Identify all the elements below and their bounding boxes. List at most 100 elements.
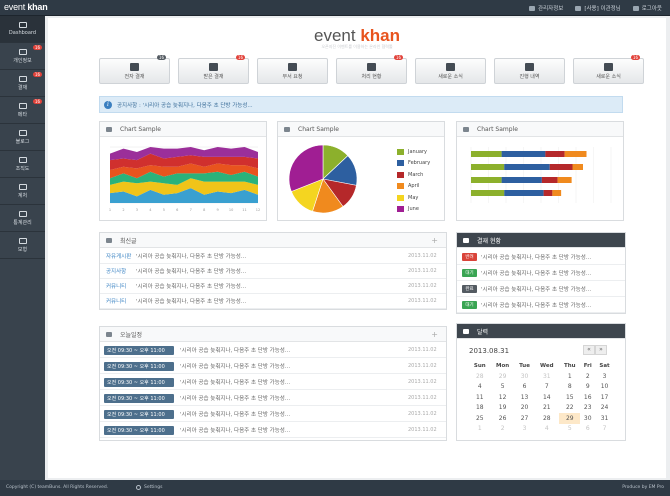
calendar-day[interactable]: 6 [515, 382, 535, 393]
calendar-next-button[interactable]: » [595, 345, 607, 355]
calendar-day[interactable]: 23 [580, 403, 595, 414]
calendar-day[interactable]: 29 [559, 413, 581, 424]
calendar-day[interactable]: 3 [595, 371, 614, 382]
payment-item[interactable]: 완료 '시리아 공습 늦춰지나, 다음주 초 단방 가능성... [457, 281, 625, 297]
schedule-title[interactable]: '시리아 공습 늦춰지나, 다음주 초 단방 가능성... [180, 378, 408, 386]
schedule-item[interactable]: 오전 09:30 ~ 오후 11:00 '시리아 공습 늦춰지나, 다음주 초 단… [100, 375, 446, 390]
schedule-item[interactable]: 오전 09:30 ~ 오후 11:00 '시리아 공습 늦춰지나, 다음주 초 단… [100, 391, 446, 406]
calendar-day[interactable]: 7 [595, 424, 614, 435]
calendar-day[interactable]: 30 [515, 371, 535, 382]
calendar-day[interactable]: 2 [580, 371, 595, 382]
sidebar-item[interactable]: 메타 16 [0, 97, 45, 124]
sidebar-item[interactable]: 통계관리 [0, 205, 45, 232]
calendar-day[interactable]: 4 [534, 424, 559, 435]
payment-item[interactable]: 대기 '시리아 공습 늦춰지나, 다음주 초 단방 가능성... [457, 297, 625, 313]
payment-title[interactable]: '시리아 공습 늦춰지나, 다음주 초 단방 가능성... [481, 253, 591, 261]
post-title[interactable]: '시리아 공습 늦춰지나, 다음주 초 단방 가능성... [136, 267, 408, 275]
calendar-day[interactable]: 2 [491, 424, 515, 435]
calendar-day[interactable]: 21 [534, 403, 559, 414]
app-logo[interactable]: event khan [4, 2, 48, 12]
quick-button[interactable]: 전자 결재 16 [99, 55, 170, 84]
payment-item[interactable]: 대기 '시리아 공습 늦춰지나, 다음주 초 단방 가능성... [457, 265, 625, 281]
calendar-day[interactable]: 18 [469, 403, 491, 414]
calendar-day[interactable]: 26 [491, 413, 515, 424]
calendar-day[interactable]: 1 [469, 424, 491, 435]
post-title[interactable]: '시리아 공습 늦춰지나, 다음주 초 단방 가능성... [136, 282, 408, 290]
sidebar-item[interactable]: 계처 [0, 178, 45, 205]
payment-title[interactable]: '시리아 공습 늦춰지나, 다음주 초 단방 가능성... [481, 301, 591, 309]
calendar-day[interactable]: 11 [469, 392, 491, 403]
calendar-day[interactable]: 10 [595, 382, 614, 393]
notice-bar[interactable]: i 공지사항 : '시리아 공습 늦춰지나, 다음주 초 단방 가능성... [99, 96, 623, 113]
settings-link[interactable]: Settings [136, 485, 162, 490]
schedule-item[interactable]: 오전 09:30 ~ 오후 11:00 '시리아 공습 늦춰지나, 다음주 초 단… [100, 407, 446, 422]
payment-title[interactable]: '시리아 공습 늦춰지나, 다음주 초 단방 가능성... [481, 285, 591, 293]
post-title[interactable]: '시리아 공습 늦춰지나, 다음주 초 단방 가능성... [136, 252, 408, 260]
post-category[interactable]: 커뮤니티 [100, 282, 136, 290]
calendar-day[interactable]: 31 [595, 413, 614, 424]
quick-button[interactable]: 부서 요청 [257, 58, 328, 84]
calendar-day[interactable]: 25 [469, 413, 491, 424]
payment-title[interactable]: '시리아 공습 늦춰지나, 다음주 초 단방 가능성... [481, 269, 591, 277]
schedule-title[interactable]: '시리아 공습 늦춰지나, 다음주 초 단방 가능성... [180, 410, 408, 418]
calendar-day[interactable]: 22 [559, 403, 580, 414]
schedule-item[interactable]: 오전 09:30 ~ 오후 11:00 '시리아 공습 늦춰지나, 다음주 초 단… [100, 343, 446, 358]
calendar-day[interactable]: 14 [534, 392, 559, 403]
list-item[interactable]: 커뮤니티 '시리아 공습 늦춰지나, 다음주 초 단방 가능성... 2013.11… [100, 294, 446, 309]
calendar-day[interactable]: 3 [515, 424, 535, 435]
schedule-title[interactable]: '시리아 공습 늦춰지나, 다음주 초 단방 가능성... [180, 426, 408, 434]
list-item[interactable]: 자유게시판 '시리아 공습 늦춰지나, 다음주 초 단방 가능성... 2013.1… [100, 249, 446, 264]
calendar-day[interactable]: 8 [559, 382, 580, 393]
sidebar-item[interactable]: 조직도 [0, 151, 45, 178]
list-item[interactable]: 공지사항 '시리아 공습 늦춰지나, 다음주 초 단방 가능성... 2013.11… [100, 264, 446, 279]
post-category[interactable]: 공지사항 [100, 267, 136, 275]
quick-button[interactable]: 진행 내역 [494, 58, 565, 84]
calendar-day[interactable]: 28 [469, 371, 491, 382]
post-category[interactable]: 커뮤니티 [100, 297, 136, 305]
calendar-day[interactable]: 15 [559, 392, 580, 403]
quick-button[interactable]: 새로운 소식 [415, 58, 486, 84]
admin-info-link[interactable]: 관리자정보 [529, 4, 563, 12]
calendar-day[interactable]: 27 [515, 413, 535, 424]
calendar-day[interactable]: 31 [534, 371, 559, 382]
quick-button[interactable]: 받은 결재 16 [178, 55, 249, 84]
logout-link[interactable]: 로그아웃 [632, 4, 662, 12]
quick-button[interactable]: 새로운 소식 16 [573, 55, 644, 84]
calendar-day[interactable]: 13 [515, 392, 535, 403]
payment-item[interactable]: 반려 '시리아 공습 늦춰지나, 다음주 초 단방 가능성... [457, 249, 625, 265]
calendar-day[interactable]: 16 [580, 392, 595, 403]
calendar-day[interactable]: 5 [559, 424, 580, 435]
calendar-day[interactable]: 12 [491, 392, 515, 403]
calendar-day[interactable]: 30 [580, 413, 595, 424]
post-category[interactable]: 자유게시판 [100, 252, 136, 260]
schedule-item[interactable]: 오전 09:30 ~ 오후 11:00 '시리아 공습 늦춰지나, 다음주 초 단… [100, 423, 446, 438]
schedule-title[interactable]: '시리아 공습 늦춰지나, 다음주 초 단방 가능성... [180, 394, 408, 402]
calendar-prev-button[interactable]: « [583, 345, 595, 355]
quick-button[interactable]: 처리 현황 16 [336, 55, 407, 84]
schedule-item[interactable]: 오전 09:30 ~ 오후 11:00 '시리아 공습 늦춰지나, 다음주 초 단… [100, 359, 446, 374]
calendar-day[interactable]: 5 [491, 382, 515, 393]
calendar-day[interactable]: 19 [491, 403, 515, 414]
calendar-day[interactable]: 7 [534, 382, 559, 393]
calendar-day[interactable]: 1 [559, 371, 580, 382]
sidebar-item[interactable]: 개인정보 16 [0, 43, 45, 70]
sidebar-item[interactable]: Dashboard [0, 16, 45, 43]
calendar-day[interactable]: 24 [595, 403, 614, 414]
calendar-day[interactable]: 20 [515, 403, 535, 414]
post-title[interactable]: '시리아 공습 늦춰지나, 다음주 초 단방 가능성... [136, 297, 408, 305]
calendar-day[interactable]: 17 [595, 392, 614, 403]
calendar-day[interactable]: 6 [580, 424, 595, 435]
plus-icon[interactable]: + [431, 330, 438, 339]
list-item[interactable]: 커뮤니티 '시리아 공습 늦춰지나, 다음주 초 단방 가능성... 2013.11… [100, 279, 446, 294]
sidebar-item[interactable]: 모형 [0, 232, 45, 259]
user-profile-link[interactable]: [사용] 이관정님 [575, 4, 621, 12]
sidebar-item[interactable]: 블로그 [0, 124, 45, 151]
schedule-title[interactable]: '시리아 공습 늦춰지나, 다음주 초 단방 가능성... [180, 362, 408, 370]
calendar-day[interactable]: 4 [469, 382, 491, 393]
calendar-day[interactable]: 29 [491, 371, 515, 382]
schedule-title[interactable]: '시리아 공습 늦춰지나, 다음주 초 단방 가능성... [180, 346, 408, 354]
calendar-day[interactable]: 28 [534, 413, 559, 424]
plus-icon[interactable]: + [431, 236, 438, 245]
sidebar-item[interactable]: 결재 16 [0, 70, 45, 97]
calendar-day[interactable]: 9 [580, 382, 595, 393]
